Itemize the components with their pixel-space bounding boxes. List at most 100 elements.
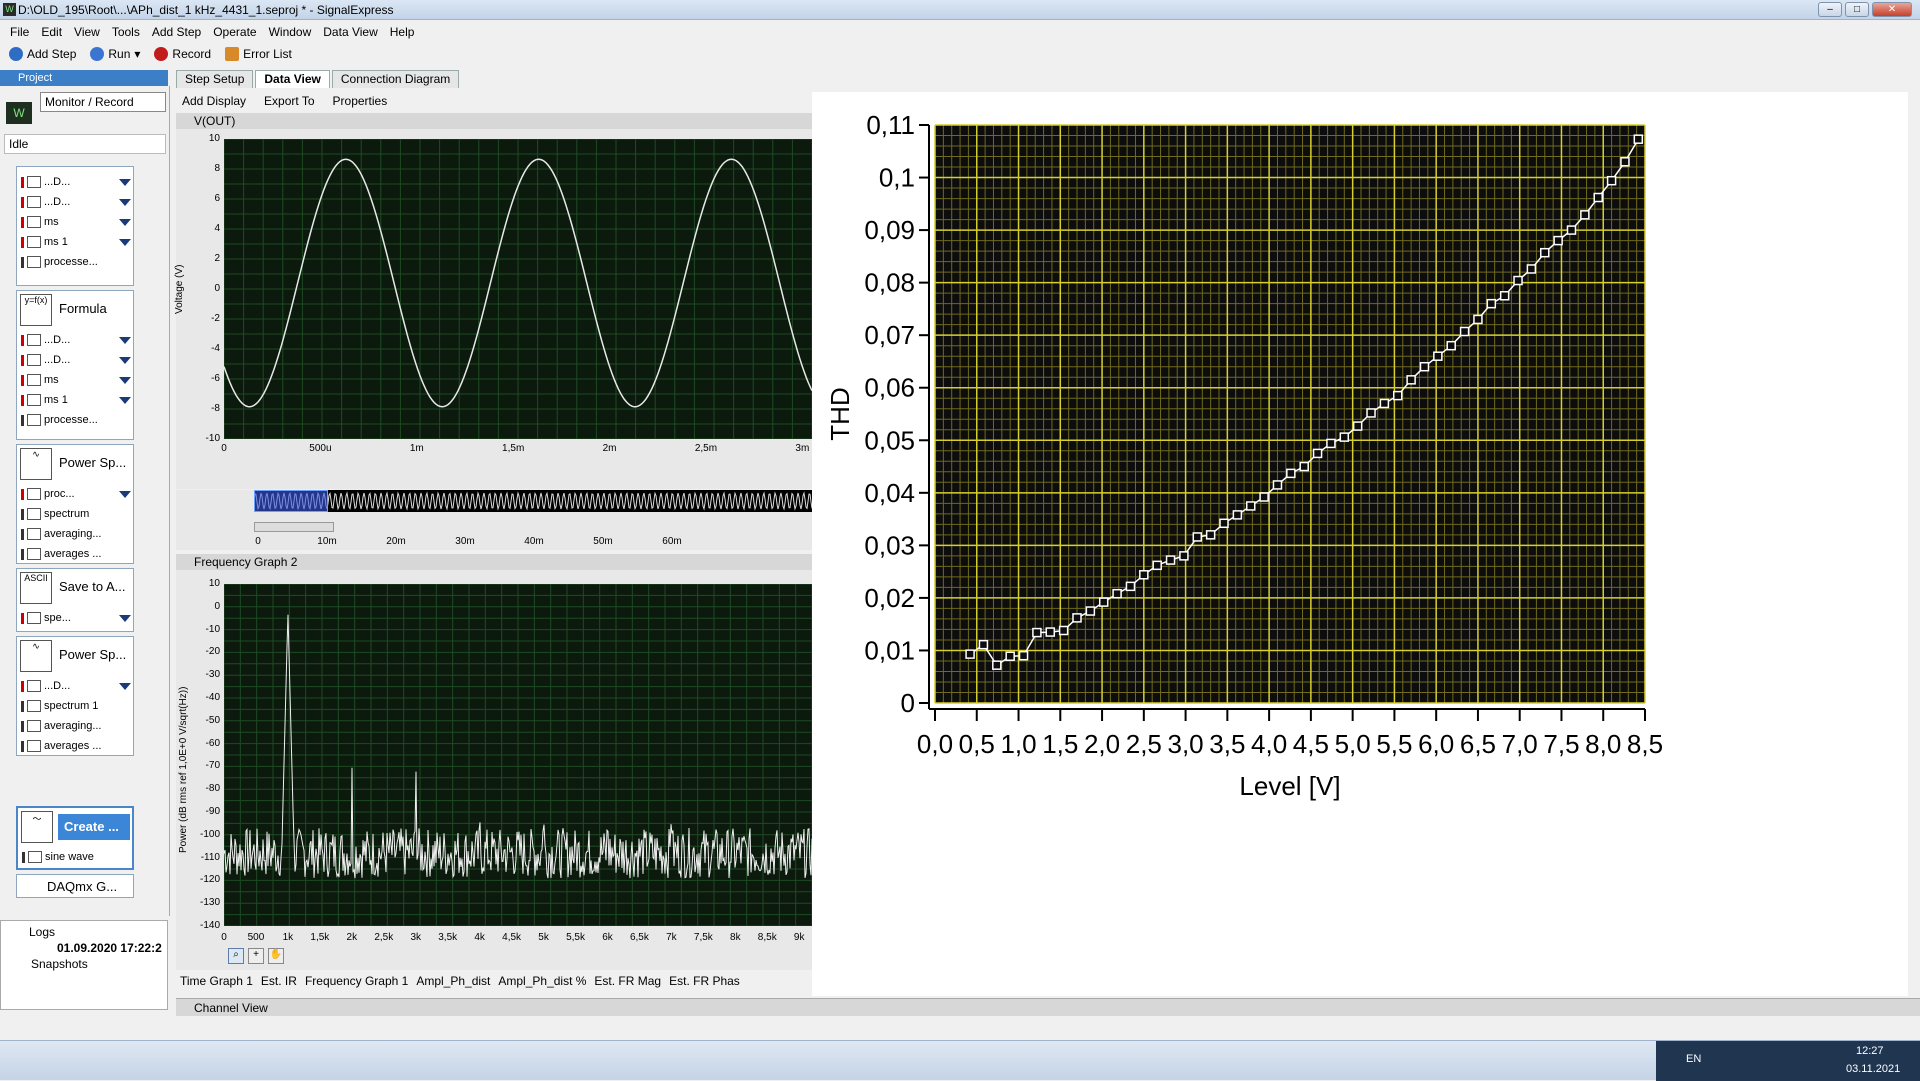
language-indicator[interactable]: EN <box>1686 1053 1701 1065</box>
step-card-daqmx[interactable]: DAQmx G... <box>16 874 134 898</box>
frequency-graph-plot[interactable] <box>223 583 813 927</box>
logs-tree: Logs 01.09.2020 17:22:2 Snapshots <box>0 920 168 1010</box>
tab-connection-diagram[interactable]: Connection Diagram <box>331 70 460 88</box>
y-tick-label: 0,01 <box>864 635 915 665</box>
data-point <box>1433 351 1443 361</box>
logs-node[interactable]: Logs <box>1 921 167 939</box>
add-display-button[interactable]: Add Display <box>182 94 246 108</box>
x-tick-label: 0,5 <box>959 729 995 759</box>
add-step-icon <box>9 47 23 61</box>
overview-strip[interactable] <box>253 490 813 512</box>
x-tick-label: 500u <box>309 443 332 454</box>
menu-help[interactable]: Help <box>384 25 421 39</box>
data-point <box>1393 390 1403 401</box>
menu-data-view[interactable]: Data View <box>317 25 383 39</box>
list-item[interactable]: processe... <box>21 411 131 429</box>
data-point <box>1366 408 1376 418</box>
list-item[interactable]: ms <box>21 371 131 389</box>
record-button[interactable]: Record <box>149 47 216 61</box>
y-tick-label: 2 <box>214 253 220 264</box>
y-tick-label: -130 <box>199 897 220 909</box>
list-item[interactable]: averages ... <box>21 737 131 755</box>
project-pane-header: Project <box>0 70 168 86</box>
menu-operate[interactable]: Operate <box>207 25 262 39</box>
menu-window[interactable]: Window <box>263 25 318 39</box>
menu-add-step[interactable]: Add Step <box>146 25 207 39</box>
x-tick-label: 6,5k <box>629 932 649 943</box>
overview-selection[interactable] <box>254 490 328 512</box>
export-to-button[interactable]: Export To <box>264 94 314 108</box>
tab-est-fr-mag[interactable]: Est. FR Mag <box>594 974 661 988</box>
time-graph-plot[interactable] <box>223 138 813 440</box>
clock-date[interactable]: 03.11.2021 <box>1846 1063 1900 1075</box>
run-button[interactable]: Run ▾ <box>85 47 145 61</box>
tab-time-graph-1[interactable]: Time Graph 1 <box>180 974 253 988</box>
run-dropdown-icon[interactable]: ▾ <box>134 47 140 61</box>
error-list-button[interactable]: Error List <box>220 47 297 61</box>
list-item[interactable]: ms 1 <box>21 391 131 409</box>
step-title: DAQmx G... <box>47 879 118 894</box>
add-step-button[interactable]: Add Step <box>4 47 81 61</box>
log-entry[interactable]: 01.09.2020 17:22:2 <box>1 939 167 955</box>
step-card-save-to-ascii[interactable]: ASCII Save to A... spe... <box>16 568 134 632</box>
step-card-1[interactable]: ...D... ...D... ms ms 1 processe... <box>16 166 134 286</box>
cursor-icon[interactable]: + <box>248 948 264 964</box>
list-item[interactable]: ...D... <box>21 351 131 369</box>
snapshots-node[interactable]: Snapshots <box>1 955 167 971</box>
mode-select[interactable]: Monitor / Record <box>40 92 166 112</box>
tab-est-ir[interactable]: Est. IR <box>261 974 297 988</box>
step-card-formula[interactable]: y=f(x) Formula ...D... ...D... ms ms 1 p… <box>16 290 134 440</box>
list-item[interactable]: averaging... <box>21 717 131 735</box>
list-item[interactable]: spectrum <box>21 505 131 523</box>
list-item[interactable]: proc... <box>21 485 131 503</box>
tab-ampl-ph-dist-percent[interactable]: Ampl_Ph_dist % <box>498 974 586 988</box>
close-button[interactable]: ✕ <box>1872 2 1912 17</box>
x-tick-label: 3,0 <box>1168 729 1204 759</box>
list-item[interactable]: spectrum 1 <box>21 697 131 715</box>
step-card-create-signal[interactable]: 〜 Create ... sine wave <box>16 806 134 870</box>
list-item[interactable]: averaging... <box>21 525 131 543</box>
y-tick-label: -10 <box>205 623 220 635</box>
zoom-icon[interactable]: ⌕ <box>228 948 244 964</box>
list-item[interactable]: ms 1 <box>21 233 131 251</box>
menu-tools[interactable]: Tools <box>106 25 146 39</box>
list-item[interactable]: ms <box>21 213 131 231</box>
data-point <box>1633 134 1644 144</box>
menu-file[interactable]: File <box>4 25 35 39</box>
y-tick-label: -8 <box>211 403 220 414</box>
y-axis-label: THD <box>825 387 855 440</box>
tab-est-fr-phase[interactable]: Est. FR Phas <box>669 974 740 988</box>
tab-frequency-graph-1[interactable]: Frequency Graph 1 <box>305 974 408 988</box>
list-item[interactable]: processe... <box>21 253 131 271</box>
x-tick-label: 2,5k <box>374 932 394 943</box>
menu-view[interactable]: View <box>68 25 106 39</box>
tab-ampl-ph-dist[interactable]: Ampl_Ph_dist <box>416 974 490 988</box>
data-point <box>1593 192 1603 203</box>
minimize-button[interactable]: – <box>1818 2 1842 17</box>
channel-view-header[interactable]: Channel View <box>176 998 1920 1016</box>
overview-scrollbar[interactable] <box>254 522 334 532</box>
list-item[interactable]: ...D... <box>21 677 131 695</box>
x-tick-label: 60m <box>662 536 682 547</box>
list-item[interactable]: ...D... <box>21 173 131 191</box>
y-tick-label: 0,03 <box>864 530 915 560</box>
list-item[interactable]: spe... <box>21 609 131 627</box>
step-card-power-spectrum[interactable]: ∿ Power Sp... proc... spectrum averaging… <box>16 444 134 564</box>
data-point <box>1058 625 1069 636</box>
maximize-button[interactable]: □ <box>1845 2 1869 17</box>
list-item[interactable]: sine wave <box>22 848 132 866</box>
x-tick-label: 8k <box>730 932 741 943</box>
menu-edit[interactable]: Edit <box>35 25 68 39</box>
y-tick-label: 0,08 <box>864 268 915 298</box>
list-item[interactable]: averages ... <box>21 545 131 563</box>
data-point <box>1406 375 1416 385</box>
add-step-label: Add Step <box>27 47 77 61</box>
properties-button[interactable]: Properties <box>333 94 388 108</box>
step-card-power-spectrum-2[interactable]: ∿ Power Sp... ...D... spectrum 1 averagi… <box>16 636 134 756</box>
tab-step-setup[interactable]: Step Setup <box>176 70 254 88</box>
tab-data-view[interactable]: Data View <box>255 70 330 88</box>
clock-time[interactable]: 12:27 <box>1856 1045 1884 1057</box>
list-item[interactable]: ...D... <box>21 331 131 349</box>
list-item[interactable]: ...D... <box>21 193 131 211</box>
pan-hand-icon[interactable]: ✋ <box>268 948 284 964</box>
